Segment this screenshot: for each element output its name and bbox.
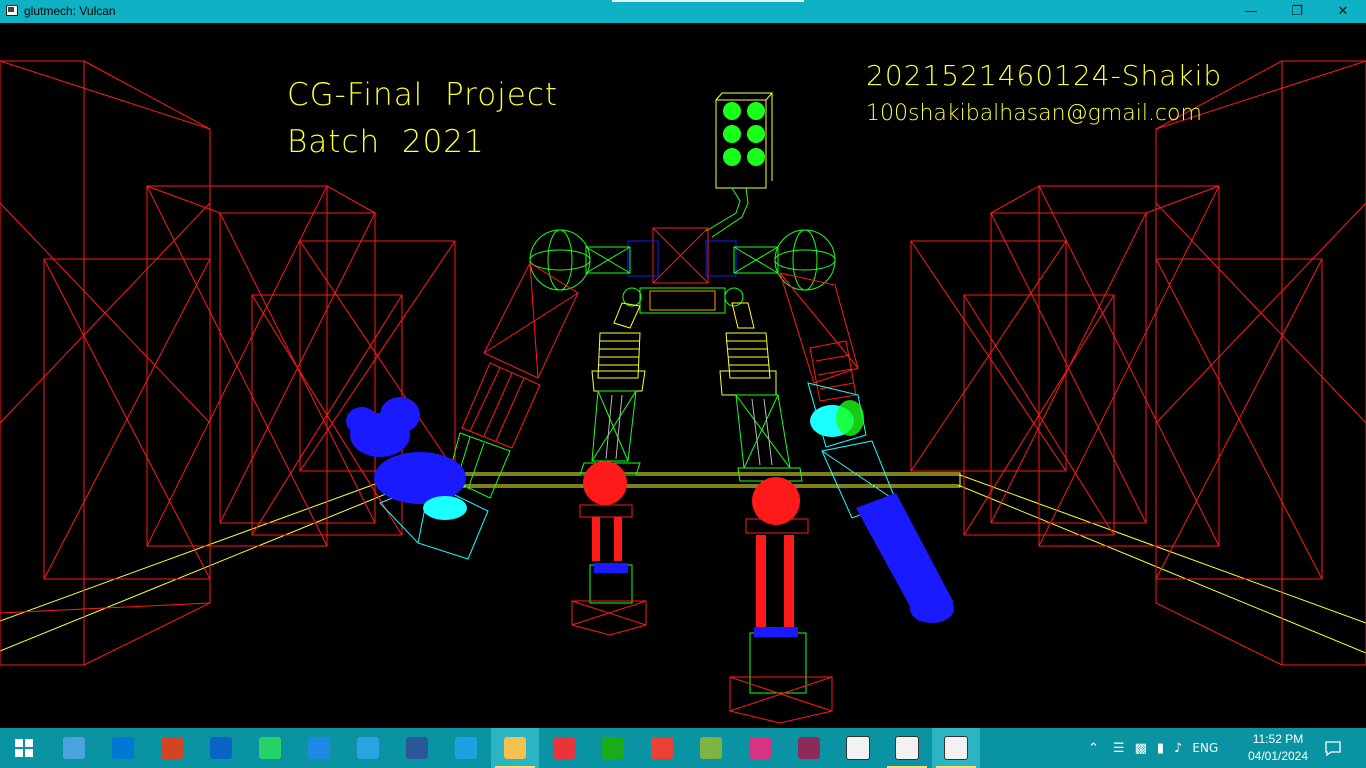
taskbar-app-winrar[interactable] — [785, 728, 833, 768]
taskbar-app-this-pc[interactable] — [50, 728, 98, 768]
taskbar-app-wechat[interactable] — [589, 728, 637, 768]
robot-right-arm — [779, 272, 954, 623]
close-icon: ✕ — [1337, 4, 1349, 19]
edge-icon — [455, 737, 477, 759]
colorful-app-icon — [700, 737, 722, 759]
network-icon[interactable]: ☰ — [1113, 741, 1125, 756]
taskbar-app-powerpoint[interactable] — [148, 728, 196, 768]
taskbar-app-telegram[interactable] — [344, 728, 392, 768]
robot-torso — [529, 227, 836, 314]
glut-app-icon — [944, 736, 968, 760]
microsoft-store-icon — [112, 737, 134, 759]
chrome-icon — [651, 737, 673, 759]
file-explorer-icon — [504, 737, 526, 759]
battery-icon[interactable]: ▮ — [1157, 741, 1164, 756]
taskbar-app-window-app[interactable] — [883, 728, 931, 768]
this-pc-icon — [63, 737, 85, 759]
show-hidden-icons-icon[interactable]: ⌃ — [1088, 741, 1099, 756]
clock-date: 04/01/2024 — [1247, 749, 1309, 763]
email-text: 100shakibalhasan@gmail.com — [866, 101, 1202, 126]
taskbar-app-whatsapp[interactable] — [246, 728, 294, 768]
app-blue-icon — [308, 737, 330, 759]
clock-time: 11:52 PM — [1252, 732, 1304, 746]
powerpoint-icon — [161, 737, 183, 759]
word-icon — [406, 737, 428, 759]
window-title: glutmech: Vulcan — [24, 4, 116, 18]
taskbar: ⌃ ☰ ▩ ▮ ♪ ENG 11:52 PM 04/01/2024 — [0, 728, 1366, 768]
notifications-button[interactable] — [1312, 728, 1354, 768]
opengl-viewport[interactable]: CG-Final Project Batch 2021 202152146012… — [0, 23, 1366, 728]
robot-head — [705, 92, 774, 238]
minimize-button[interactable]: — — [1228, 0, 1274, 23]
window-app-icon — [895, 736, 919, 760]
taskbar-app-glut-app[interactable] — [932, 728, 980, 768]
restore-icon: ❐ — [1291, 4, 1303, 19]
close-button[interactable]: ✕ — [1320, 0, 1366, 23]
taskbar-app-colorful-app[interactable] — [687, 728, 735, 768]
wechat-icon — [602, 737, 624, 759]
telegram-icon — [357, 737, 379, 759]
taskbar-app-word[interactable] — [393, 728, 441, 768]
title-bar-highlight — [612, 0, 804, 2]
app-window-icon — [6, 5, 18, 16]
windows-start-icon — [15, 739, 33, 757]
notification-icon — [1325, 741, 1341, 756]
creative-cloud-icon — [553, 737, 575, 759]
taskbar-clock[interactable]: 11:52 PM 04/01/2024 — [1244, 731, 1312, 765]
maximize-button[interactable]: ❐ — [1274, 0, 1320, 23]
language-indicator[interactable]: ENG — [1192, 741, 1218, 755]
taskbar-app-chrome[interactable] — [638, 728, 686, 768]
batch-text: Batch 2021 — [287, 124, 485, 160]
floor-lines — [0, 472, 1366, 654]
window-title-bar[interactable]: glutmech: Vulcan — ❐ ✕ — [0, 0, 1366, 23]
taskbar-app-microsoft-store[interactable] — [99, 728, 147, 768]
system-tray: ⌃ ☰ ▩ ▮ ♪ ENG — [1088, 728, 1218, 768]
taskbar-app-app-blue[interactable] — [295, 728, 343, 768]
notion-icon — [846, 736, 870, 760]
wps-icon — [749, 737, 771, 759]
whatsapp-icon — [259, 737, 281, 759]
project-title-text: CG-Final Project — [287, 77, 559, 113]
taskbar-app-file-explorer[interactable] — [491, 728, 539, 768]
right-buildings — [910, 60, 1366, 666]
start-button[interactable] — [0, 728, 48, 768]
taskbar-app-edge[interactable] — [442, 728, 490, 768]
winrar-icon — [798, 737, 820, 759]
taskbar-app-mail[interactable] — [197, 728, 245, 768]
mech-scene — [0, 60, 1366, 724]
student-id-text: 2021521460124-Shakib — [866, 59, 1223, 92]
robot-left-arm — [346, 262, 579, 560]
robot-left-leg — [571, 302, 647, 636]
mail-icon — [210, 737, 232, 759]
taskbar-app-wps[interactable] — [736, 728, 784, 768]
volume-icon[interactable]: ♪ — [1174, 741, 1182, 756]
taskbar-app-creative-cloud[interactable] — [540, 728, 588, 768]
meet-now-icon[interactable]: ▩ — [1135, 741, 1147, 756]
robot-right-leg — [719, 302, 833, 724]
taskbar-app-notion[interactable] — [834, 728, 882, 768]
minimize-icon: — — [1244, 4, 1258, 19]
